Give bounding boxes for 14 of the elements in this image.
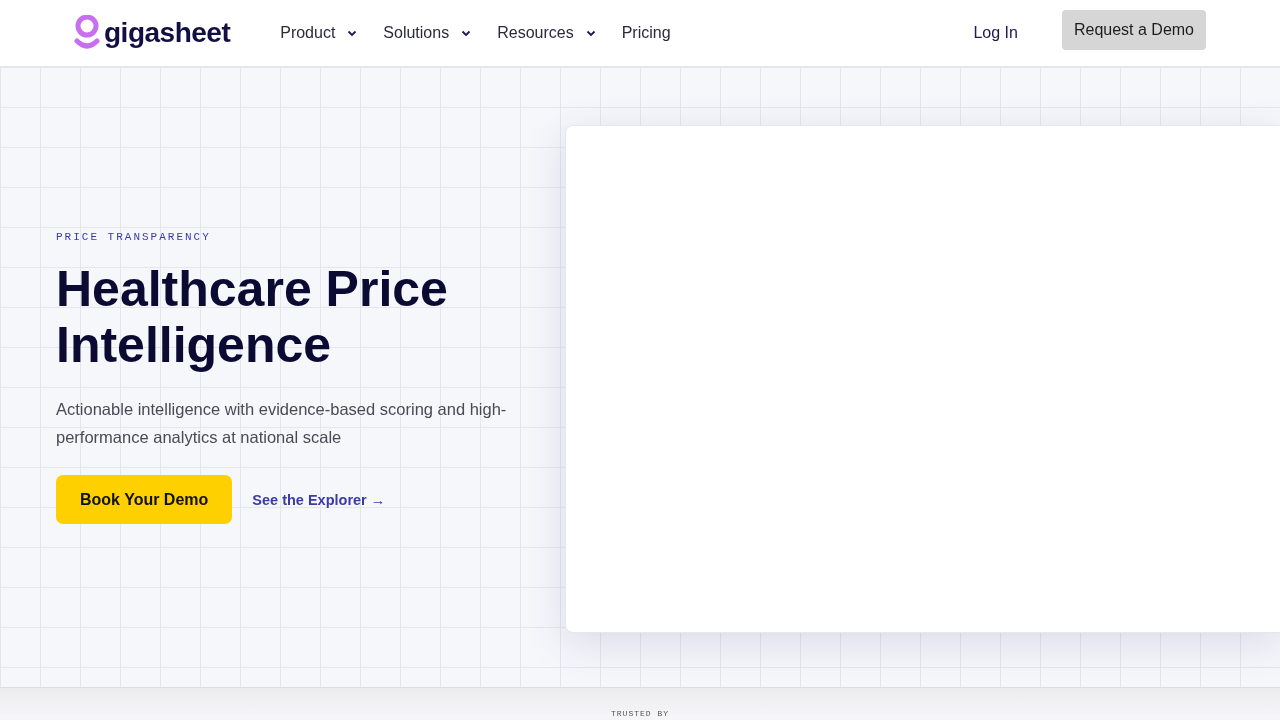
eyebrow-label: PRICE TRANSPARENCY [56,231,212,243]
trusted-by-label: TRUSTED BY [611,709,669,719]
explorer-link[interactable]: See the Explorer → [252,491,386,508]
nav-link[interactable]: Product [280,24,358,42]
nav-link[interactable]: Pricing [621,24,671,42]
hero-subtitle: Actionable intelligence with evidence-based scoring and high-performance analytics at national scale [56,399,508,448]
nav-link[interactable]: Resources [497,24,596,42]
book-demo-button[interactable]: Book Your Demo [56,475,233,524]
request-demo-button[interactable]: Request a Demo [1061,10,1206,50]
login-link[interactable]: Log In [973,24,1018,42]
logo-icon [74,15,100,51]
hero-heading: Healthcare Price Intelligence [56,261,449,373]
nav-link[interactable]: Solutions [383,24,472,42]
logo-text[interactable]: gigasheet [104,17,231,49]
